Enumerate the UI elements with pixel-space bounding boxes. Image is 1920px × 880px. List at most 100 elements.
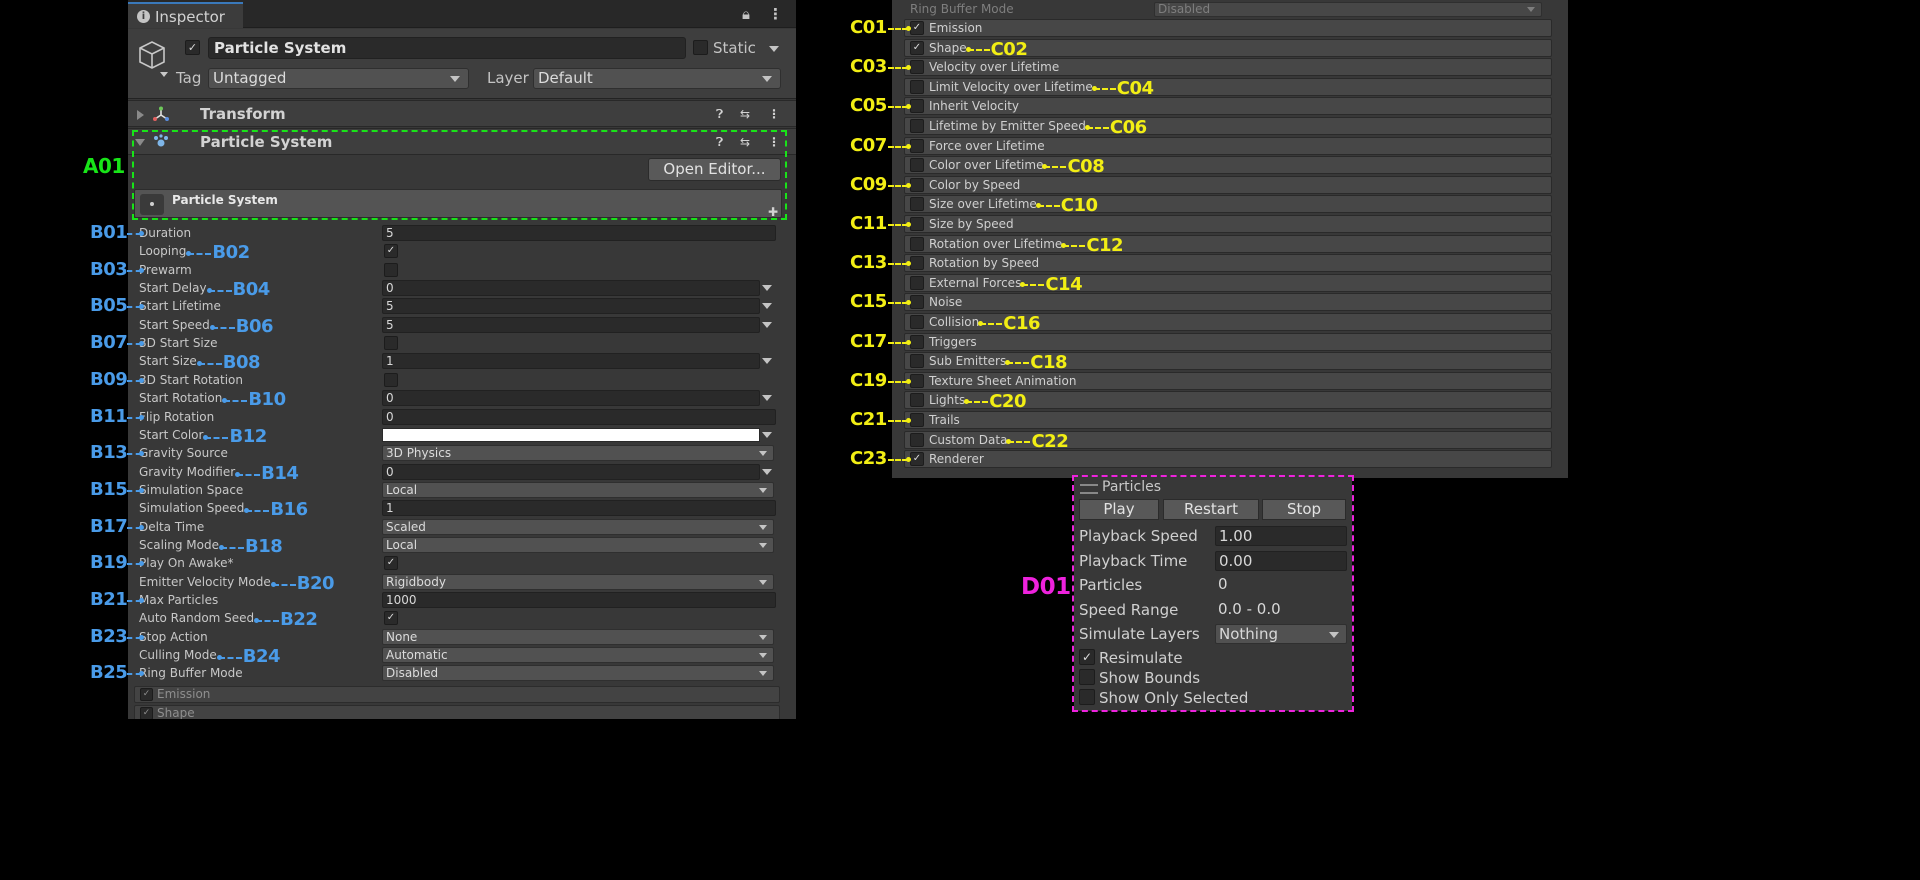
property-checkbox[interactable]: ✓ <box>384 556 398 571</box>
module-checkbox[interactable] <box>910 177 924 192</box>
property-dropdown[interactable]: Scaled <box>382 518 774 535</box>
module-checkbox[interactable] <box>910 354 924 369</box>
module-header[interactable]: Color over Lifetime <box>904 156 1552 175</box>
property-checkbox[interactable]: ✓ <box>384 611 398 626</box>
module-header[interactable]: Rotation by Speed <box>904 254 1552 273</box>
module-checkbox[interactable]: ✓ <box>910 40 924 55</box>
tab-inspector[interactable]: i Inspector <box>128 2 243 28</box>
curve-mode-dropdown-icon[interactable] <box>762 285 772 292</box>
static-checkbox[interactable] <box>693 40 708 55</box>
module-checkbox[interactable] <box>910 138 924 153</box>
property-checkbox[interactable] <box>384 372 398 387</box>
module-header[interactable]: Rotation over Lifetime <box>904 234 1552 253</box>
module-header[interactable]: ✓ Shape <box>134 705 780 719</box>
module-header[interactable]: Color by Speed <box>904 175 1552 194</box>
module-checkbox[interactable]: ✓ <box>910 452 924 467</box>
module-checkbox[interactable] <box>910 256 924 271</box>
property-value-field[interactable]: 1 <box>382 353 760 370</box>
object-name-field[interactable]: Particle System <box>208 37 686 59</box>
module-header[interactable]: Sub Emitters <box>904 352 1552 371</box>
property-value-field[interactable]: 0 <box>382 408 776 425</box>
help-icon[interactable]: ❓︎ <box>716 104 723 124</box>
property-value-field[interactable]: 0 <box>382 390 760 407</box>
property-dropdown[interactable]: Disabled <box>382 665 774 682</box>
active-checkbox[interactable]: ✓ <box>185 40 200 55</box>
module-label: Rotation by Speed <box>929 256 1040 271</box>
curve-mode-dropdown-icon[interactable] <box>762 358 772 365</box>
lock-icon[interactable]: 🔒︎ <box>742 4 750 24</box>
module-header[interactable]: Triggers <box>904 332 1552 351</box>
component-menu-icon[interactable]: ⋮ <box>768 104 780 124</box>
module-checkbox[interactable]: ✓ <box>910 21 924 35</box>
module-header[interactable]: External Forces <box>904 273 1552 292</box>
ring-buffer-mode-value: Disabled <box>1158 2 1211 16</box>
property-value-field[interactable]: 1 <box>382 500 776 517</box>
annotation-label-b18: B18 <box>244 535 283 557</box>
curve-mode-dropdown-icon[interactable] <box>762 303 772 310</box>
curve-mode-dropdown-icon[interactable] <box>762 321 772 328</box>
property-row: Duration 5 <box>128 224 796 242</box>
property-dropdown[interactable]: 3D Physics <box>382 445 774 462</box>
property-dropdown[interactable]: Rigidbody <box>382 573 774 590</box>
module-header[interactable]: Lifetime by Emitter Speed <box>904 117 1552 135</box>
module-checkbox[interactable] <box>910 373 924 388</box>
module-header[interactable]: ✓ Emission <box>134 686 780 703</box>
property-value-field[interactable]: 0 <box>382 463 760 480</box>
color-mode-dropdown-icon[interactable] <box>762 431 772 438</box>
module-checkbox[interactable] <box>910 393 924 408</box>
module-header[interactable]: Inherit Velocity <box>904 97 1552 116</box>
module-header[interactable]: Collision <box>904 313 1552 331</box>
module-checkbox[interactable] <box>910 315 924 329</box>
kebab-menu-icon[interactable]: ⋮ <box>768 4 783 24</box>
foldout-arrow-icon[interactable] <box>137 110 144 120</box>
module-checkbox[interactable] <box>910 197 924 212</box>
property-checkbox[interactable]: ✓ <box>384 244 398 259</box>
module-checkbox[interactable] <box>910 275 924 290</box>
module-header[interactable]: Size by Speed <box>904 215 1552 233</box>
presets-icon[interactable]: ⇆ <box>740 104 750 124</box>
property-value-field[interactable]: 5 <box>382 298 760 315</box>
property-dropdown[interactable]: Automatic <box>382 647 774 664</box>
module-header[interactable]: Custom Data <box>904 430 1552 449</box>
property-dropdown[interactable]: Local <box>382 536 774 553</box>
property-value-field[interactable]: 0 <box>382 280 760 297</box>
property-dropdown[interactable]: Local <box>382 481 774 498</box>
module-checkbox[interactable] <box>910 79 924 94</box>
module-checkbox[interactable] <box>910 295 924 310</box>
module-checkbox[interactable] <box>910 158 924 173</box>
curve-mode-dropdown-icon[interactable] <box>762 468 772 475</box>
property-value-field[interactable]: 5 <box>382 225 776 241</box>
curve-mode-dropdown-icon[interactable] <box>762 395 772 402</box>
module-checkbox[interactable]: ✓ <box>140 707 153 719</box>
module-header[interactable]: Limit Velocity over Lifetime <box>904 77 1552 96</box>
start-color-swatch[interactable] <box>382 427 760 442</box>
property-value-field[interactable]: 5 <box>382 316 760 333</box>
module-header[interactable]: Texture Sheet Animation <box>904 371 1552 390</box>
module-checkbox[interactable] <box>910 334 924 349</box>
module-header[interactable]: Noise <box>904 293 1552 312</box>
property-value-field[interactable]: 1000 <box>382 592 776 608</box>
module-checkbox[interactable] <box>910 413 924 427</box>
module-checkbox[interactable] <box>910 99 924 114</box>
static-dropdown-arrow-icon[interactable] <box>769 46 779 52</box>
module-header[interactable]: ✓ Renderer <box>904 450 1552 469</box>
property-checkbox[interactable] <box>384 336 398 351</box>
tag-dropdown[interactable]: Untagged <box>208 68 469 89</box>
gameobject-cube-icon[interactable] <box>136 39 172 79</box>
transform-component-header[interactable]: Transform ❓︎ ⇆ ⋮ <box>128 100 796 127</box>
module-header[interactable]: ✓ Emission <box>904 19 1552 37</box>
property-row: Simulation Speed 1 <box>128 499 796 517</box>
layer-dropdown[interactable]: Default <box>533 68 781 89</box>
module-checkbox[interactable] <box>910 432 924 447</box>
module-checkbox[interactable] <box>910 60 924 75</box>
module-checkbox[interactable] <box>910 217 924 231</box>
ring-buffer-mode-dropdown[interactable]: Disabled <box>1154 2 1542 17</box>
module-header[interactable]: Size over Lifetime <box>904 195 1552 214</box>
module-checkbox[interactable] <box>910 119 924 133</box>
annotation-label-c21: C21 <box>850 409 887 430</box>
property-checkbox[interactable] <box>384 262 398 277</box>
module-checkbox[interactable] <box>910 236 924 251</box>
module-header[interactable]: Force over Lifetime <box>904 136 1552 155</box>
property-dropdown[interactable]: None <box>382 628 774 645</box>
module-checkbox[interactable]: ✓ <box>140 688 153 701</box>
